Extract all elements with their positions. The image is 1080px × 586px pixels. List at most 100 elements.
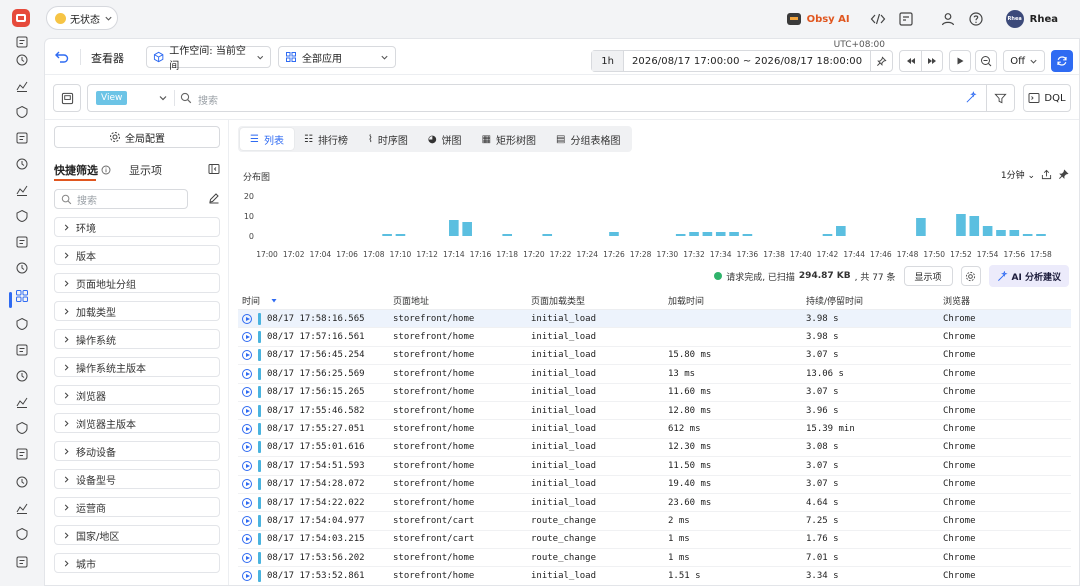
table-row[interactable]: 08/17 17:55:01.616 storefront/home initial… bbox=[238, 439, 1071, 458]
app-logo-icon[interactable] bbox=[12, 9, 30, 27]
table-row[interactable]: 08/17 17:53:56.202 storefront/home route_c… bbox=[238, 549, 1071, 568]
table-row[interactable]: 08/17 17:54:03.215 storefront/cart route_c… bbox=[238, 531, 1071, 550]
time-range-picker[interactable]: 1h 2026/08/17 17:00:00 ~ 2026/08/17 18:0… bbox=[591, 50, 894, 72]
export-icon[interactable] bbox=[1041, 169, 1052, 180]
facet-item[interactable]: 操作系统主版本 bbox=[54, 357, 220, 377]
tab-timeseries[interactable]: ⌇ 时序图 bbox=[358, 128, 418, 150]
facet-item[interactable]: 设备型号 bbox=[54, 469, 220, 489]
facet-item[interactable]: 加载类型 bbox=[54, 301, 220, 321]
play-button[interactable] bbox=[949, 50, 972, 72]
table-row[interactable]: 08/17 17:53:52.861 storefront/home initial… bbox=[238, 567, 1071, 585]
step-back-button[interactable] bbox=[900, 51, 921, 71]
refresh-button[interactable] bbox=[1051, 50, 1073, 72]
play-session-icon[interactable] bbox=[242, 534, 252, 545]
chart-bar[interactable] bbox=[462, 222, 472, 236]
facet-item[interactable]: 移动设备 bbox=[54, 441, 220, 461]
global-config-button[interactable]: 全局配置 bbox=[54, 126, 220, 148]
monitor-icon[interactable] bbox=[14, 420, 30, 436]
workspace-select[interactable]: 工作空间: 当前空间 bbox=[146, 46, 271, 72]
play-session-icon[interactable] bbox=[242, 368, 252, 379]
play-session-icon[interactable] bbox=[242, 405, 252, 416]
bug-icon[interactable] bbox=[14, 130, 30, 146]
table-row[interactable]: 08/17 17:54:51.593 storefront/home initial… bbox=[238, 457, 1071, 476]
layers-icon[interactable] bbox=[14, 394, 30, 410]
play-session-icon[interactable] bbox=[242, 332, 252, 343]
collapse-icon[interactable] bbox=[14, 34, 30, 50]
sliders-icon[interactable] bbox=[14, 474, 30, 490]
chevron-down-icon[interactable] bbox=[158, 93, 168, 103]
inbox-icon[interactable] bbox=[14, 500, 30, 516]
step-forward-button[interactable] bbox=[921, 51, 942, 71]
chart-bar[interactable] bbox=[715, 232, 726, 236]
cloud-icon[interactable] bbox=[14, 526, 30, 542]
table-row[interactable]: 08/17 17:56:45.254 storefront/home initial… bbox=[238, 347, 1071, 366]
column-header[interactable]: 持续/停留时间 bbox=[806, 294, 943, 307]
back-icon[interactable] bbox=[54, 49, 70, 65]
robot-icon[interactable] bbox=[14, 342, 30, 358]
facet-item[interactable]: 运营商 bbox=[54, 497, 220, 517]
table-row[interactable]: 08/17 17:54:04.977 storefront/cart route_c… bbox=[238, 512, 1071, 531]
user-menu[interactable]: Rhea Rhea bbox=[1005, 10, 1058, 28]
tab-ranking[interactable]: ☷ 排行榜 bbox=[294, 128, 358, 150]
chart-bar[interactable] bbox=[1009, 230, 1020, 236]
chart-bar[interactable] bbox=[729, 232, 739, 236]
view-tag[interactable]: View bbox=[96, 91, 128, 105]
tab-display-items[interactable]: 显示项 bbox=[129, 162, 162, 178]
chart-bar[interactable] bbox=[382, 234, 392, 236]
ai-analysis-button[interactable]: AI 分析建议 bbox=[988, 265, 1069, 287]
obsy-ai-button[interactable]: Obsy AI bbox=[786, 13, 850, 25]
chart-bar[interactable] bbox=[822, 234, 833, 236]
play-session-icon[interactable] bbox=[242, 515, 252, 526]
chart-bar[interactable] bbox=[609, 232, 619, 236]
dql-button[interactable]: DQL bbox=[1023, 84, 1071, 112]
logs-icon[interactable] bbox=[14, 260, 30, 276]
chart-bar[interactable] bbox=[449, 220, 459, 236]
status-selector[interactable]: 无状态 bbox=[46, 6, 118, 30]
facet-item[interactable]: 版本 bbox=[54, 245, 220, 265]
play-session-icon[interactable] bbox=[242, 313, 252, 324]
display-items-button[interactable]: 显示项 bbox=[903, 266, 953, 286]
chart-bar[interactable] bbox=[1036, 234, 1046, 236]
board-icon[interactable] bbox=[898, 11, 914, 27]
facet-item[interactable]: 城市 bbox=[54, 553, 220, 573]
settings-icon[interactable] bbox=[14, 446, 30, 462]
chart-bar[interactable] bbox=[916, 218, 926, 236]
metrics-icon[interactable] bbox=[14, 208, 30, 224]
chart-bar[interactable] bbox=[742, 234, 753, 236]
facet-item[interactable]: 浏览器 bbox=[54, 385, 220, 405]
table-row[interactable]: 08/17 17:54:28.072 storefront/home initial… bbox=[238, 476, 1071, 494]
facet-item[interactable]: 页面地址分组 bbox=[54, 273, 220, 293]
tab-pie[interactable]: ◕ 饼图 bbox=[418, 128, 472, 150]
chart-bar[interactable] bbox=[395, 234, 406, 236]
tab-list[interactable]: ☰ 列表 bbox=[240, 128, 294, 150]
play-session-icon[interactable] bbox=[242, 479, 252, 490]
play-session-icon[interactable] bbox=[242, 442, 252, 453]
play-session-icon[interactable] bbox=[242, 497, 252, 508]
pin-icon[interactable] bbox=[1058, 169, 1069, 180]
table-row[interactable]: 08/17 17:56:25.569 storefront/home initial… bbox=[238, 365, 1071, 384]
chart-bar[interactable] bbox=[836, 226, 846, 236]
user-icon[interactable] bbox=[940, 11, 956, 27]
column-header[interactable]: 页面加载类型 bbox=[531, 294, 668, 307]
explorer-icon[interactable] bbox=[14, 288, 30, 304]
security-icon[interactable] bbox=[14, 316, 30, 332]
column-header[interactable]: 加载时间 bbox=[668, 294, 806, 307]
tab-quick-filter[interactable]: 快捷筛选 bbox=[54, 162, 111, 181]
play-session-icon[interactable] bbox=[242, 350, 252, 361]
play-session-icon[interactable] bbox=[242, 571, 252, 582]
code-icon[interactable] bbox=[870, 11, 886, 27]
play-session-icon[interactable] bbox=[242, 424, 252, 435]
table-row[interactable]: 08/17 17:55:46.582 storefront/home initial… bbox=[238, 402, 1071, 421]
auto-refresh-select[interactable]: Off bbox=[1003, 50, 1045, 72]
tab-grouped-table[interactable]: ▤ 分组表格图 bbox=[546, 128, 630, 150]
chart-bar[interactable] bbox=[996, 230, 1006, 236]
range-shortcut[interactable]: 1h bbox=[592, 51, 624, 71]
calendar-icon[interactable] bbox=[14, 78, 30, 94]
settings-button[interactable] bbox=[960, 266, 981, 286]
filter-button[interactable] bbox=[986, 85, 1014, 111]
range-text[interactable]: 2026/08/17 17:00:00 ~ 2026/08/17 18:00:0… bbox=[624, 56, 870, 67]
search-input[interactable]: 搜索 bbox=[198, 92, 218, 107]
sort-icon[interactable] bbox=[270, 297, 278, 305]
table-row[interactable]: 08/17 17:54:22.022 storefront/home initial… bbox=[238, 494, 1071, 513]
table-row[interactable]: 08/17 17:58:16.565 storefront/home initial… bbox=[238, 310, 1071, 329]
